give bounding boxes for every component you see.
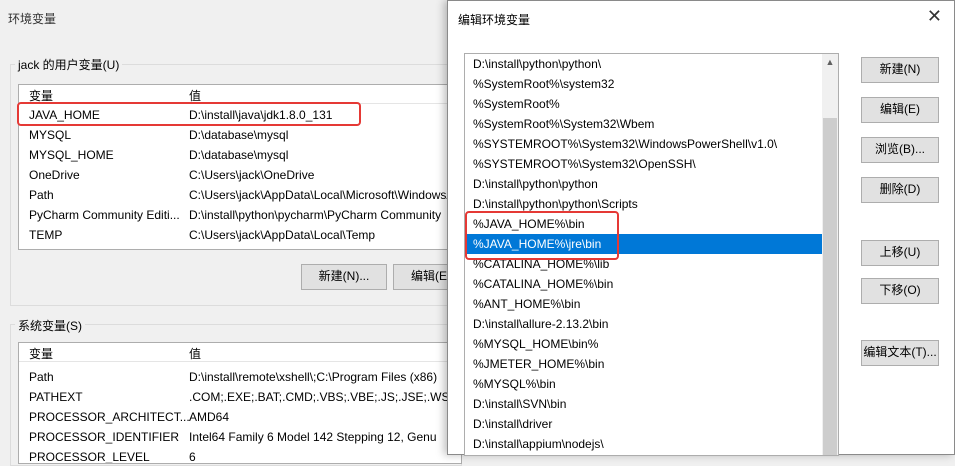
variable-value: C:\Users\jack\AppData\Local\Microsoft\Wi… bbox=[189, 188, 462, 202]
move-up-button[interactable]: 上移(U) bbox=[861, 240, 939, 266]
variable-value: Intel64 Family 6 Model 142 Stepping 12, … bbox=[189, 430, 437, 444]
list-item[interactable]: D:\install\appium\nodejs\ bbox=[465, 434, 822, 454]
column-variable[interactable]: 变量 bbox=[29, 345, 53, 362]
list-item[interactable]: D:\install\allure-2.13.2\bin bbox=[465, 314, 822, 334]
variable-value: D:\install\remote\xshell\;C:\Program Fil… bbox=[189, 370, 438, 384]
table-row[interactable]: OneDrive C:\Users\jack\OneDrive bbox=[19, 165, 461, 185]
list-item[interactable]: D:\install\python\python bbox=[465, 174, 822, 194]
list-item[interactable]: %SYSTEMROOT%\System32\WindowsPowerShell\… bbox=[465, 134, 822, 154]
table-row[interactable]: PATHEXT .COM;.EXE;.BAT;.CMD;.VBS;.VBE;.J… bbox=[19, 387, 461, 407]
variable-name: Path bbox=[29, 188, 54, 202]
variable-value: D:\install\python\pycharm\PyCharm Commun… bbox=[189, 208, 442, 222]
move-down-button[interactable]: 下移(O) bbox=[861, 278, 939, 304]
variable-name: PROCESSOR_IDENTIFIER bbox=[29, 430, 180, 444]
delete-button[interactable]: 删除(D) bbox=[861, 177, 939, 203]
user-new-button[interactable]: 新建(N)... bbox=[301, 264, 387, 290]
variable-name: Path bbox=[29, 370, 54, 384]
variable-value: 6 bbox=[189, 450, 196, 464]
scrollbar-thumb[interactable] bbox=[823, 118, 837, 455]
variable-value: C:\Users\jack\OneDrive bbox=[189, 168, 315, 182]
table-row[interactable]: Path C:\Users\jack\AppData\Local\Microso… bbox=[19, 185, 461, 205]
list-item[interactable]: %CATALINA_HOME%\bin bbox=[465, 274, 822, 294]
edit-text-button[interactable]: 编辑文本(T)... bbox=[861, 340, 939, 366]
vertical-scrollbar[interactable]: ▲ bbox=[822, 54, 838, 455]
list-item[interactable]: %SystemRoot% bbox=[465, 94, 822, 114]
variable-name: PATHEXT bbox=[29, 390, 83, 404]
list-item[interactable]: %MYSQL%\bin bbox=[465, 374, 822, 394]
variable-value: .COM;.EXE;.BAT;.CMD;.VBS;.VBE;.JS;.JSE;.… bbox=[189, 390, 462, 404]
variable-value: D:\database\mysql bbox=[189, 128, 289, 142]
table-row[interactable]: MYSQL D:\database\mysql bbox=[19, 125, 461, 145]
table-row[interactable]: PROCESSOR_LEVEL 6 bbox=[19, 447, 461, 464]
edit-environment-variable-dialog: 编辑环境变量 ✕ D:\install\python\python\ %Syst… bbox=[447, 0, 955, 456]
close-icon[interactable]: ✕ bbox=[927, 6, 942, 27]
highlight-java-home bbox=[17, 102, 361, 126]
table-row[interactable]: PROCESSOR_ARCHITECT... AMD64 bbox=[19, 407, 461, 427]
table-row[interactable]: MYSQL_HOME D:\database\mysql bbox=[19, 145, 461, 165]
list-item[interactable]: %SystemRoot%\system32 bbox=[465, 74, 822, 94]
variable-value: D:\database\mysql bbox=[189, 148, 289, 162]
list-item[interactable]: D:\install\driver bbox=[465, 414, 822, 434]
variable-name: OneDrive bbox=[29, 168, 80, 182]
variable-name: PROCESSOR_ARCHITECT... bbox=[29, 410, 190, 424]
variable-name: MYSQL_HOME bbox=[29, 148, 114, 162]
list-item[interactable]: D:\install\python\python\ bbox=[465, 54, 822, 74]
list-item[interactable]: %JMETER_HOME%\bin bbox=[465, 354, 822, 374]
scroll-up-icon[interactable]: ▲ bbox=[822, 54, 838, 70]
highlight-java-paths bbox=[465, 211, 619, 260]
list-item[interactable]: D:\install\SVN\bin bbox=[465, 394, 822, 414]
window-title: 环境变量 bbox=[8, 12, 57, 26]
variable-name: PROCESSOR_LEVEL bbox=[29, 450, 150, 464]
list-item[interactable]: %SYSTEMROOT%\System32\OpenSSH\ bbox=[465, 154, 822, 174]
variable-name: PyCharm Community Editi... bbox=[29, 208, 180, 222]
dialog-title: 编辑环境变量 bbox=[458, 13, 531, 27]
list-item[interactable]: %MYSQL_HOME\bin% bbox=[465, 334, 822, 354]
column-value[interactable]: 值 bbox=[189, 345, 201, 362]
new-button[interactable]: 新建(N) bbox=[861, 57, 939, 83]
list-item[interactable]: %ANT_HOME%\bin bbox=[465, 294, 822, 314]
browse-button[interactable]: 浏览(B)... bbox=[861, 137, 939, 163]
system-variables-label: 系统变量(S) bbox=[15, 317, 85, 334]
table-row[interactable]: Path D:\install\remote\xshell\;C:\Progra… bbox=[19, 367, 461, 387]
system-variables-list[interactable]: 变量 值 Path D:\install\remote\xshell\;C:\P… bbox=[18, 342, 462, 464]
list-item[interactable]: %SystemRoot%\System32\Wbem bbox=[465, 114, 822, 134]
variable-value: C:\Users\jack\AppData\Local\Temp bbox=[189, 228, 376, 242]
variable-name: TEMP bbox=[29, 228, 63, 242]
user-variables-label: jack 的用户变量(U) bbox=[15, 56, 123, 73]
environment-variables-window: 环境变量 jack 的用户变量(U) 变量 值 JAVA_HOME D:\ins… bbox=[0, 0, 479, 466]
table-row[interactable]: PyCharm Community Editi... D:\install\py… bbox=[19, 205, 461, 225]
table-row[interactable]: PROCESSOR_IDENTIFIER Intel64 Family 6 Mo… bbox=[19, 427, 461, 447]
table-row[interactable]: TEMP C:\Users\jack\AppData\Local\Temp bbox=[19, 225, 461, 245]
variable-name: MYSQL bbox=[29, 128, 72, 142]
list-header: 变量 值 bbox=[19, 343, 461, 362]
edit-button[interactable]: 编辑(E) bbox=[861, 97, 939, 123]
variable-value: AMD64 bbox=[189, 410, 230, 424]
